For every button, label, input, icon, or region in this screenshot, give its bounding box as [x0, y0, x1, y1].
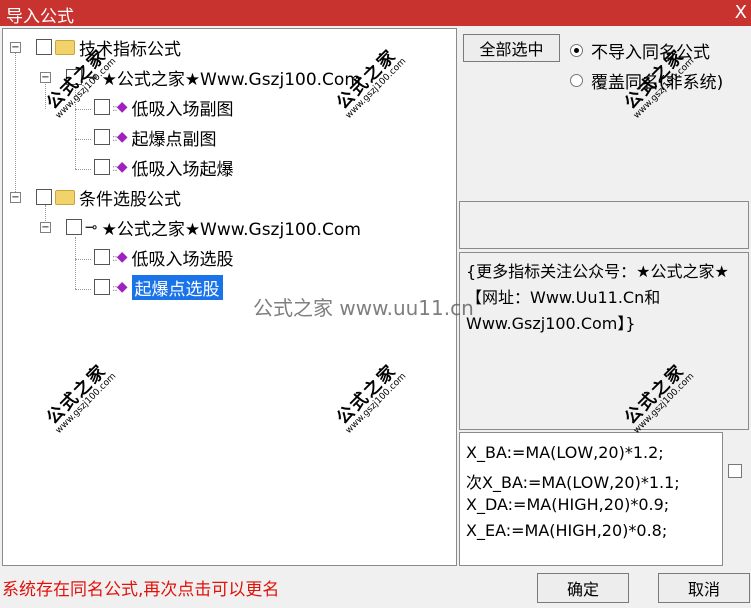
tree-folder-screening[interactable]: 条件选股公式: [36, 184, 181, 210]
collapse-toggle[interactable]: −: [10, 192, 21, 203]
folder-label: 条件选股公式: [79, 189, 181, 210]
formula-gem-icon: ::◆: [112, 249, 128, 265]
tree-item[interactable]: ::◆ 低吸入场选股: [94, 244, 234, 270]
group-label: ★公式之家★Www.Gszj100.Com: [101, 69, 361, 90]
tree-connector: [75, 237, 76, 289]
code-preview[interactable]: X_BA:=MA(LOW,20)*1.2; 次X_BA:=MA(LOW,20)*…: [459, 432, 723, 566]
status-message: 系统存在同名公式,再次点击可以更名: [2, 580, 280, 600]
watermark-center: 公式之家 www.uu11.cn: [253, 296, 474, 320]
key-icon: ⊸: [85, 218, 98, 236]
tree-connector: [75, 87, 76, 169]
checkbox[interactable]: [66, 69, 82, 85]
formula-gem-icon: ::◆: [112, 159, 128, 175]
folder-icon: [55, 39, 75, 55]
radio-overwrite-duplicates[interactable]: 覆盖同名(非系统): [570, 68, 723, 93]
tree-group-gszj-screening[interactable]: ⊸ ★公式之家★Www.Gszj100.Com: [66, 214, 361, 240]
item-label: 起爆点选股: [131, 274, 223, 300]
tree-connector: [75, 289, 91, 290]
close-icon[interactable]: X: [735, 2, 747, 23]
checkbox[interactable]: [36, 189, 52, 205]
tree-group-gszj-indicators[interactable]: ⊸ ★公式之家★Www.Gszj100.Com: [66, 64, 361, 90]
item-label: 低吸入场副图: [131, 99, 234, 120]
tree-item-selected[interactable]: ::◆ 起爆点选股: [94, 274, 223, 300]
tree-folder-indicators[interactable]: 技术指标公式: [36, 34, 181, 60]
folder-label: 技术指标公式: [79, 39, 181, 60]
radio-skip-duplicates[interactable]: 不导入同名公式: [570, 38, 710, 63]
checkbox[interactable]: [94, 249, 110, 265]
title-bar: 导入公式 X: [0, 0, 751, 27]
collapse-toggle[interactable]: −: [40, 72, 51, 83]
formula-description: {更多指标关注公众号：★公式之家★ 【网址：Www.Uu11.Cn和Www.Gs…: [466, 262, 729, 333]
tree-connector: [15, 53, 16, 198]
code-line: X_EA:=MA(HIGH,20)*0.8;: [466, 521, 668, 540]
code-checkbox[interactable]: [728, 464, 742, 478]
description-panel: {更多指标关注公众号：★公式之家★ 【网址：Www.Uu11.Cn和Www.Gs…: [459, 252, 749, 430]
info-panel-empty: [459, 201, 749, 249]
tree-connector: [45, 79, 46, 109]
tree-connector: [75, 139, 91, 140]
checkbox[interactable]: [36, 39, 52, 55]
checkbox[interactable]: [94, 129, 110, 145]
collapse-toggle[interactable]: −: [40, 222, 51, 233]
radio-indicator[interactable]: [570, 74, 583, 87]
radio-label: 覆盖同名(非系统): [591, 73, 724, 93]
group-label: ★公式之家★Www.Gszj100.Com: [101, 219, 361, 240]
tree-item[interactable]: ::◆ 起爆点副图: [94, 124, 217, 150]
tree-item[interactable]: ::◆ 低吸入场起爆: [94, 154, 234, 180]
checkbox[interactable]: [66, 219, 82, 235]
checkbox[interactable]: [94, 279, 110, 295]
item-label: 低吸入场选股: [131, 249, 234, 270]
code-line: 次X_BA:=MA(LOW,20)*1.1;: [466, 473, 680, 492]
tree-item[interactable]: ::◆ 低吸入场副图: [94, 94, 234, 120]
radio-label: 不导入同名公式: [591, 43, 710, 63]
code-line: X_BA:=MA(LOW,20)*1.2;: [466, 443, 664, 462]
window-title: 导入公式: [6, 7, 74, 27]
item-label: 低吸入场起爆: [131, 159, 234, 180]
select-all-button[interactable]: 全部选中: [463, 34, 560, 62]
formula-gem-icon: ::◆: [112, 129, 128, 145]
cancel-button[interactable]: 取消: [658, 573, 750, 603]
collapse-toggle[interactable]: −: [10, 42, 21, 53]
tree-connector: [75, 109, 91, 110]
item-label: 起爆点副图: [131, 129, 217, 150]
checkbox[interactable]: [94, 99, 110, 115]
folder-icon: [55, 189, 75, 205]
checkbox[interactable]: [94, 159, 110, 175]
tree-connector: [75, 169, 91, 170]
formula-gem-icon: ::◆: [112, 99, 128, 115]
key-icon: ⊸: [85, 68, 98, 86]
tree-connector: [75, 259, 91, 260]
ok-button[interactable]: 确定: [537, 573, 629, 603]
formula-gem-icon: ::◆: [112, 279, 128, 295]
code-line: X_DA:=MA(HIGH,20)*0.9;: [466, 495, 670, 514]
radio-indicator[interactable]: [570, 44, 583, 57]
